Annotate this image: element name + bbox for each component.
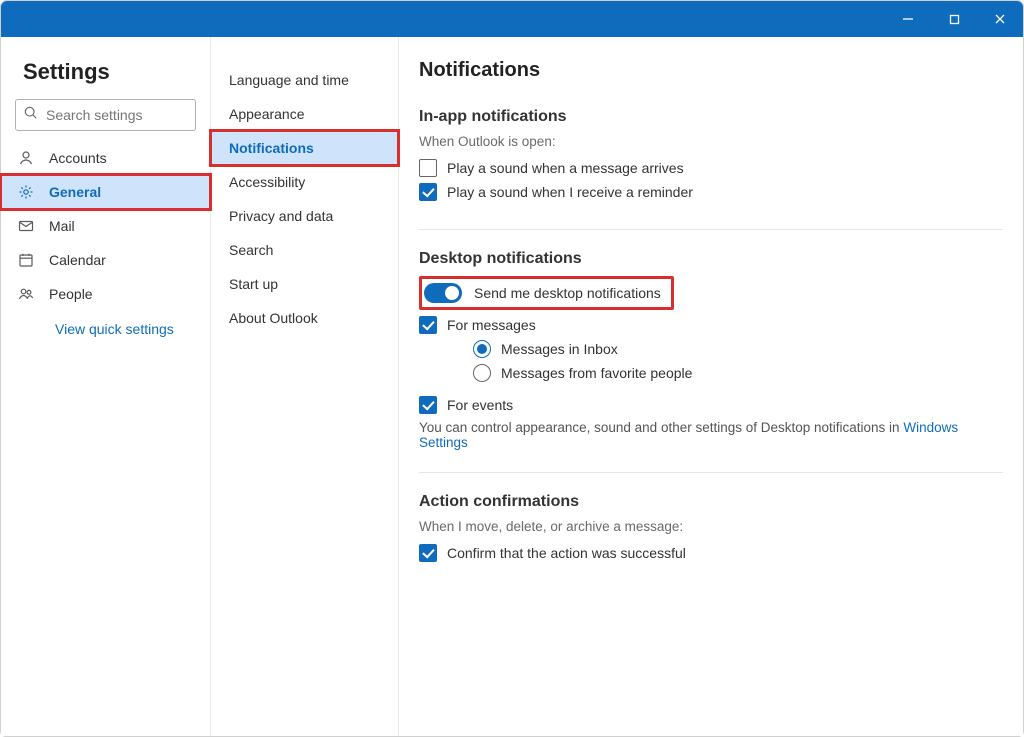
- sidebar-item-mail[interactable]: Mail: [1, 209, 210, 243]
- calendar-icon: [17, 252, 35, 268]
- subnav-item-label: Start up: [229, 276, 278, 292]
- settings-title: Settings: [1, 59, 210, 95]
- subnav-item-label: Accessibility: [229, 174, 305, 190]
- search-settings-input-wrap[interactable]: [15, 99, 196, 131]
- minimize-button[interactable]: [885, 1, 931, 37]
- checkbox-row-sound-reminder[interactable]: Play a sound when I receive a reminder: [419, 183, 1003, 201]
- section-subtitle-action: When I move, delete, or archive a messag…: [419, 519, 1003, 534]
- maximize-button[interactable]: [931, 1, 977, 37]
- checkbox-sound-reminder[interactable]: [419, 183, 437, 201]
- gear-icon: [17, 184, 35, 200]
- sidebar-item-label: Mail: [49, 218, 75, 234]
- person-icon: [17, 150, 35, 166]
- subnav-item-privacy-and-data[interactable]: Privacy and data: [211, 199, 398, 233]
- subnav-item-language-and-time[interactable]: Language and time: [211, 63, 398, 97]
- close-button[interactable]: [977, 1, 1023, 37]
- checkbox-label: For messages: [447, 317, 536, 333]
- page-title: Notifications: [419, 59, 1003, 82]
- section-title-desktop: Desktop notifications: [419, 250, 1003, 268]
- checkbox-confirm-action[interactable]: [419, 544, 437, 562]
- content-area: Settings Accounts General Mail Calendar Peop…: [1, 37, 1023, 736]
- mail-icon: [17, 218, 35, 234]
- checkbox-label: Confirm that the action was successful: [447, 545, 686, 561]
- section-title-action: Action confirmations: [419, 493, 1003, 511]
- sidebar-item-accounts[interactable]: Accounts: [1, 141, 210, 175]
- sidebar-item-label: Calendar: [49, 252, 106, 268]
- checkbox-label: Play a sound when a message arrives: [447, 160, 684, 176]
- subnav-item-accessibility[interactable]: Accessibility: [211, 165, 398, 199]
- sidebar-item-label: Accounts: [49, 150, 107, 166]
- sidebar-item-label: General: [49, 184, 101, 200]
- checkbox-label: For events: [447, 397, 513, 413]
- desktop-notif-description: You can control appearance, sound and ot…: [419, 420, 1003, 450]
- subnav-item-start-up[interactable]: Start up: [211, 267, 398, 301]
- toggle-label: Send me desktop notifications: [474, 285, 661, 301]
- title-bar: [1, 1, 1023, 37]
- radio-messages-inbox[interactable]: [473, 340, 491, 358]
- subnav-item-notifications[interactable]: Notifications: [211, 131, 398, 165]
- primary-sidebar: Settings Accounts General Mail Calendar Peop…: [1, 37, 211, 736]
- radio-label: Messages in Inbox: [501, 341, 618, 357]
- sidebar-item-general[interactable]: General: [1, 175, 210, 209]
- radio-row-favorite[interactable]: Messages from favorite people: [419, 364, 1003, 382]
- subnav-item-label: Appearance: [229, 106, 305, 122]
- search-icon: [24, 106, 38, 125]
- subnav-item-about-outlook[interactable]: About Outlook: [211, 301, 398, 335]
- section-desktop-notifications: Desktop notifications Send me desktop no…: [419, 250, 1003, 473]
- radio-messages-favorite[interactable]: [473, 364, 491, 382]
- search-settings-input[interactable]: [44, 106, 229, 124]
- subnav-item-appearance[interactable]: Appearance: [211, 97, 398, 131]
- checkbox-sound-message[interactable]: [419, 159, 437, 177]
- subnav-item-label: Privacy and data: [229, 208, 333, 224]
- secondary-sidebar: Language and time Appearance Notifications…: [211, 37, 399, 736]
- settings-window: Settings Accounts General Mail Calendar Peop…: [0, 0, 1024, 737]
- main-panel: Notifications In-app notifications When …: [399, 37, 1023, 736]
- checkbox-row-for-messages[interactable]: For messages: [419, 316, 1003, 334]
- subnav-item-search[interactable]: Search: [211, 233, 398, 267]
- subnav-item-label: About Outlook: [229, 310, 318, 326]
- section-action-confirmations: Action confirmations When I move, delete…: [419, 493, 1003, 590]
- checkbox-for-messages[interactable]: [419, 316, 437, 334]
- subnav-item-label: Search: [229, 242, 273, 258]
- sidebar-item-label: People: [49, 286, 93, 302]
- people-icon: [17, 286, 35, 302]
- sidebar-item-calendar[interactable]: Calendar: [1, 243, 210, 277]
- toggle-desktop-notifications[interactable]: [424, 283, 462, 303]
- subnav-item-label: Notifications: [229, 140, 314, 156]
- sidebar-item-people[interactable]: People: [1, 277, 210, 311]
- section-subtitle-inapp: When Outlook is open:: [419, 134, 1003, 149]
- radio-label: Messages from favorite people: [501, 365, 692, 381]
- checkbox-row-sound-message[interactable]: Play a sound when a message arrives: [419, 159, 1003, 177]
- section-title-inapp: In-app notifications: [419, 108, 1003, 126]
- radio-row-inbox[interactable]: Messages in Inbox: [419, 340, 1003, 358]
- checkbox-row-for-events[interactable]: For events: [419, 396, 1003, 414]
- view-quick-settings-link[interactable]: View quick settings: [1, 311, 210, 347]
- checkbox-label: Play a sound when I receive a reminder: [447, 184, 693, 200]
- checkbox-for-events[interactable]: [419, 396, 437, 414]
- section-inapp-notifications: In-app notifications When Outlook is ope…: [419, 108, 1003, 230]
- toggle-desktop-notifications-highlight: Send me desktop notifications: [419, 276, 674, 310]
- subnav-item-label: Language and time: [229, 72, 349, 88]
- checkbox-row-confirm-action[interactable]: Confirm that the action was successful: [419, 544, 1003, 562]
